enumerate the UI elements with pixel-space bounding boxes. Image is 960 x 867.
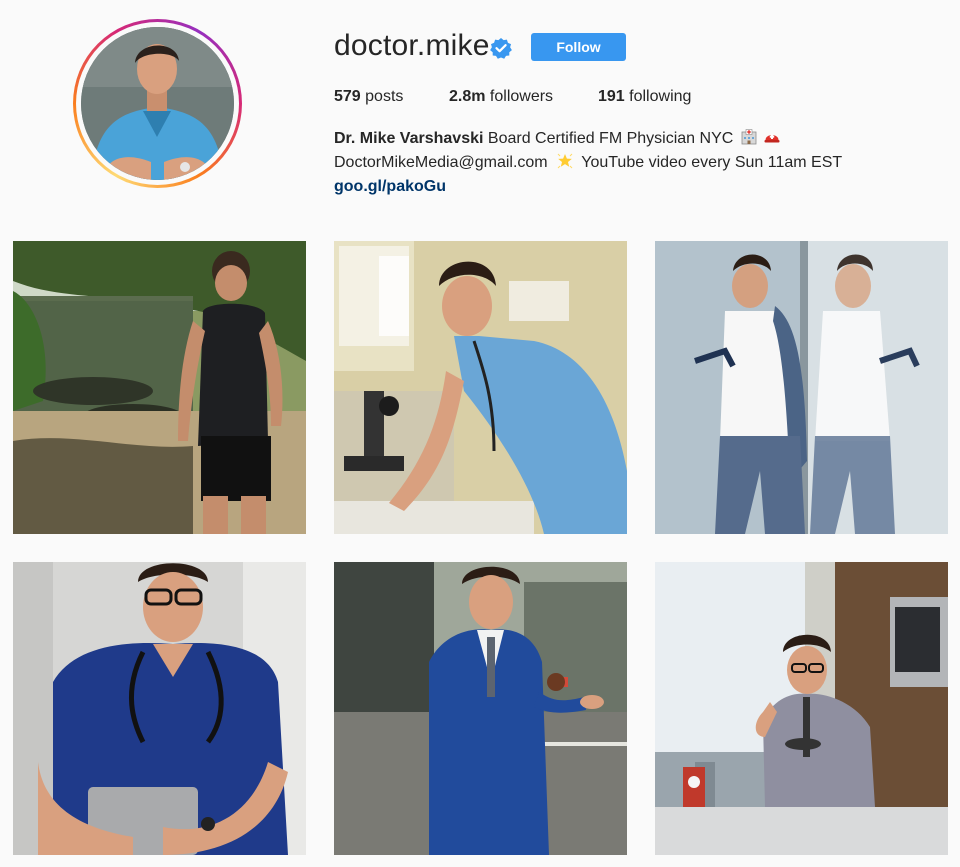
profile-username: doctor.mike [334, 29, 490, 62]
bio-headline: Board Certified FM Physician NYC [487, 130, 734, 147]
following-count: 191 [598, 88, 625, 105]
post-image-alligator-swamp [13, 241, 306, 534]
post-image-blue-suit [334, 562, 627, 855]
followers-count: 2.8m [449, 88, 486, 105]
verified-badge-icon [490, 37, 512, 59]
follow-button[interactable]: Follow [531, 33, 626, 61]
avatar [81, 27, 234, 180]
bio-line-3: goo.gl/pakoGu [334, 175, 842, 199]
post-thumbnail[interactable] [655, 562, 948, 855]
avatar-image [81, 27, 234, 180]
posts-count: 579 [334, 88, 361, 105]
profile-page: doctor.mike Follow 579 posts 2.8m follow… [0, 0, 960, 867]
stat-following[interactable]: 191 following [598, 87, 691, 107]
bio-website-link[interactable]: goo.gl/pakoGu [334, 178, 446, 195]
post-thumbnail[interactable] [334, 562, 627, 855]
post-image-mirror-portrait [655, 241, 948, 534]
stat-posts: 579 posts [334, 87, 403, 107]
post-image-navy-scrubs [13, 562, 306, 855]
post-thumbnail[interactable] [655, 241, 948, 534]
profile-bio: Dr. Mike Varshavski Board Certified FM P… [334, 127, 842, 199]
post-thumbnail[interactable] [334, 241, 627, 534]
rescue-helmet-icon [764, 134, 780, 143]
posts-label: posts [365, 88, 404, 105]
bio-schedule: YouTube video every Sun 11am EST [581, 154, 843, 171]
bio-email: DoctorMikeMedia@gmail.com [334, 154, 548, 171]
post-image-kitchen-cereal [655, 562, 948, 855]
bio-full-name: Dr. Mike Varshavski [334, 130, 484, 147]
post-thumbnail[interactable] [13, 562, 306, 855]
bio-line-2: DoctorMikeMedia@gmail.com YouTube video … [334, 151, 842, 175]
posts-grid [13, 241, 948, 867]
followers-label: followers [489, 88, 554, 105]
profile-avatar-ring[interactable] [73, 19, 242, 188]
stat-followers[interactable]: 2.8m followers [449, 87, 553, 107]
following-label: following [629, 88, 692, 105]
bio-line-1: Dr. Mike Varshavski Board Certified FM P… [334, 127, 842, 151]
post-thumbnail[interactable] [13, 241, 306, 534]
hospital-icon [741, 129, 757, 145]
glowing-star-icon [557, 153, 573, 169]
avatar-gap [76, 22, 239, 185]
post-image-lab-doctor [334, 241, 627, 534]
